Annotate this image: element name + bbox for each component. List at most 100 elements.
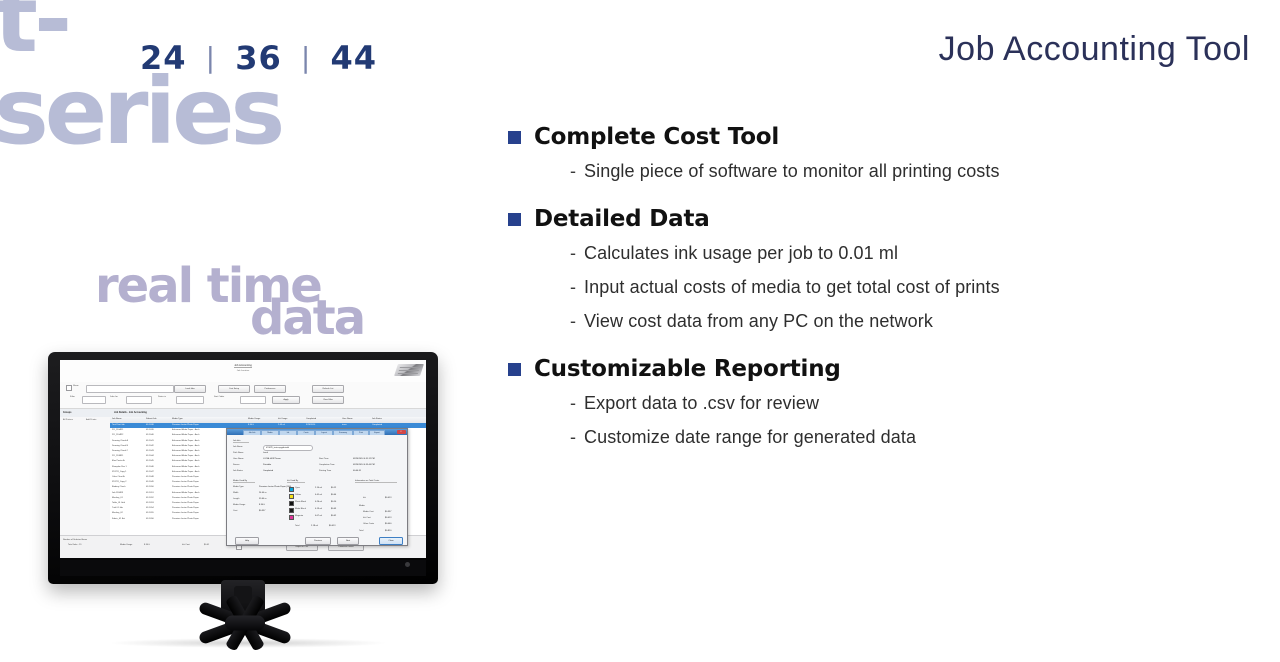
load-jobs-button[interactable]: Load Jobs [174, 385, 206, 393]
feature-item: - Calculates ink usage per job to 0.01 m… [570, 238, 1268, 268]
dialog-next-button[interactable]: Next [337, 537, 359, 545]
summary-label-ink: Ink [363, 497, 366, 499]
table-cell: Drawing Check A [112, 439, 128, 442]
table-cell: Enhanced Matte Paper - Arch. [172, 439, 200, 442]
ink-color-swatch [289, 501, 295, 507]
col-job-name: Job Name [112, 418, 122, 421]
field-label-media-type: Media Type [233, 486, 244, 488]
field-value-media-type: Premium Luster Photo Paper (260) [259, 486, 292, 488]
field-value-media-usage: 8.30 ft [259, 504, 265, 506]
table-cell: Enhanced Matte Paper - Arch. [172, 470, 200, 473]
dates-in-label: Dates in [158, 396, 167, 398]
table-cell: 02-1039 [146, 429, 154, 432]
table-cell: 02-1045 [146, 460, 154, 463]
close-icon[interactable]: X [396, 430, 406, 434]
field-value-completion-time: 03/26/2014 4:35:44 PM [353, 464, 375, 466]
col-job-status: Job Status [372, 418, 382, 421]
preferences-button[interactable]: Preferences [254, 385, 286, 393]
table-cell: Enhanced Matte Paper - Arch. [172, 444, 200, 447]
table-cell: 02-1054 [146, 507, 154, 510]
field-label-width: Width [233, 492, 239, 494]
brand-separator-2: | [300, 41, 312, 74]
dates-in-field[interactable] [176, 396, 204, 404]
ink-cost-value: $0.10 [331, 501, 337, 503]
base-hub [225, 615, 265, 631]
dialog-close-button[interactable]: Close [379, 537, 403, 545]
table-cell: 02-1046 [146, 465, 154, 468]
table-cell: 2.43 ml [278, 424, 285, 426]
summary-label-total: Total [359, 530, 364, 532]
feature-item-label: Single piece of software to monitor all … [584, 161, 1000, 181]
dialog-previous-button[interactable]: Previous [305, 537, 331, 545]
table-cell: 02-1044 [146, 455, 154, 458]
brand-size-44: 44 [330, 39, 378, 77]
summary-value-media-cost: $0.397 [385, 511, 392, 513]
ink-color-swatch [289, 487, 295, 493]
table-cell: Trial 01 Job [112, 507, 123, 510]
ink-color-name: Cyan [295, 487, 300, 489]
summary-label-media: Media [359, 505, 365, 507]
app-toolbar: Show Load Jobs Cost Setup Preferences Re… [60, 382, 426, 409]
brand-separator-1: | [205, 41, 217, 74]
jobs-for-label: Jobs for [110, 396, 118, 398]
cost-setup-button[interactable]: Cost Setup [218, 385, 250, 393]
field-label-length: Length [233, 498, 240, 500]
table-cell: NY17R_Copy 2 [112, 481, 127, 484]
col-user-name: User Name [342, 418, 353, 421]
field-label-start-time: Start Time [319, 458, 329, 460]
ink-color-swatch [289, 494, 295, 500]
table-cell: Test Print Job [112, 424, 125, 426]
status-media-usage-label: Media Usage [120, 544, 133, 546]
table-cell: 02-1041 [146, 439, 154, 442]
show-checkbox[interactable] [66, 385, 72, 391]
table-cell: Premium Luster Photo Paper [172, 476, 199, 478]
jobs-for-select[interactable] [126, 396, 152, 404]
sort-order-label: Sort Order [214, 396, 225, 398]
table-cell: 02-1038 [146, 424, 154, 426]
status-selected-label: Number of Selected Items [63, 539, 88, 541]
table-cell: 02-1043 [146, 450, 154, 452]
field-value-user-name: LOCALHOST\tuser [263, 458, 281, 460]
field-label-source: Source [233, 464, 240, 466]
group-item-all-printers[interactable]: All Printers [63, 419, 73, 421]
table-cell: Enhanced Matte Paper - Arch. [172, 429, 200, 432]
brand-wordmark: t-series [0, 0, 285, 165]
dash-icon: - [570, 427, 576, 447]
summary-label-other-costs: Other Costs [363, 523, 375, 525]
table-cell: Job 1104R3 [112, 491, 124, 494]
sort-order-select[interactable] [240, 396, 266, 404]
job-details-dialog[interactable]: Job Info Media Ink Costs Layout Summary … [226, 428, 408, 546]
group-item-add-printer[interactable]: Add Printer [86, 419, 96, 421]
field-label-completion-time: Completion Time [319, 464, 335, 466]
apply-button[interactable]: Apply [272, 396, 300, 404]
dash-icon: - [570, 311, 576, 331]
table-cell: 02-1050 [146, 486, 154, 489]
ink-color-name: Photo Black [295, 501, 307, 503]
table-cell: Enhanced Matte Paper - Arch. [172, 460, 200, 463]
field-label-media-usage: Media Usage [233, 504, 246, 506]
toolbar-row-2: Filter Jobs for Dates in Sort Order Appl… [66, 395, 420, 404]
table-cell: 02-1042 [146, 444, 154, 447]
app-title-block: Job Accounting Job Location [188, 364, 298, 372]
feature-item: - Export data to .csv for review [570, 388, 1268, 418]
table-cell: NY17R_Copy 1 [112, 470, 127, 473]
table-cell: Enhanced Matte Paper - Arch. [172, 450, 200, 452]
field-value-start-time: 03/26/2014 4:31:12 PM [353, 458, 375, 460]
dialog-section-job-info: Job Info [233, 440, 249, 443]
feature-heading-3: Customizable Reporting [508, 354, 1268, 384]
table-cell: 02-1052 [146, 496, 154, 499]
refresh-list-button[interactable]: Refresh List [312, 385, 344, 393]
table-cell: Enhanced Matte Paper - Arch. [172, 491, 200, 494]
bullet-square-icon [508, 213, 521, 226]
col-media-usage: Media Usage [248, 418, 261, 421]
decor-line-2: data [250, 290, 366, 346]
dialog-help-button[interactable]: Help [235, 537, 259, 545]
ink-cost-value: $0.03 [331, 508, 337, 510]
summary-value-ink-cost: $0.413 [385, 517, 392, 519]
path-field[interactable] [86, 385, 174, 393]
clear-filter-button[interactable]: Clear Filter [312, 396, 344, 404]
job-accounting-app: Job Accounting Job Location Show Load Jo… [60, 360, 426, 558]
filter-select[interactable] [82, 396, 106, 404]
dialog-body: Job Info Job Name 070879_test-copyjob.in… [227, 435, 407, 545]
